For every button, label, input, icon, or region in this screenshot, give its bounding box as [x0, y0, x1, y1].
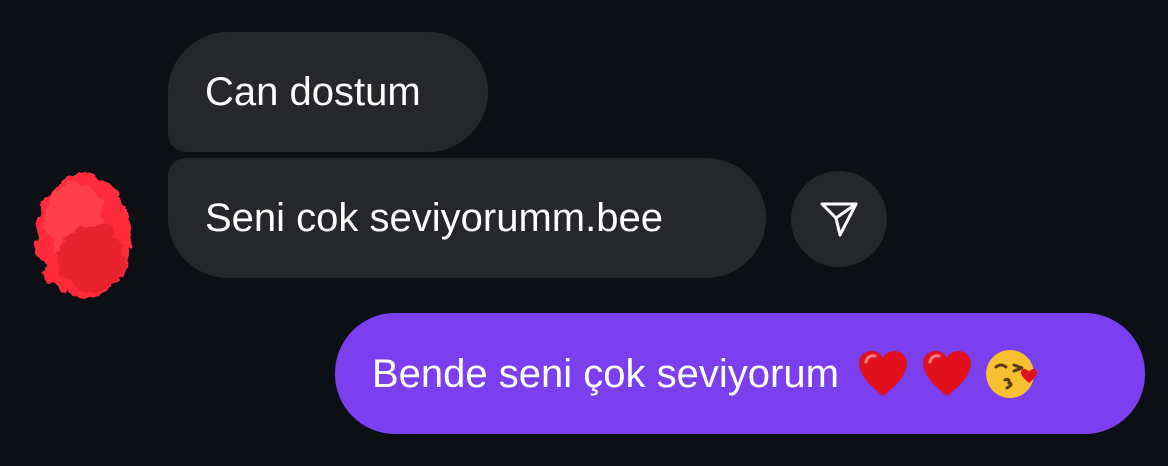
- message-text: Can dostum: [205, 70, 421, 114]
- outgoing-message-bubble[interactable]: Bende seni çok seviyorum: [335, 313, 1145, 434]
- avatar-redaction-scribble: [36, 174, 132, 298]
- red-heart-icon: [858, 350, 907, 396]
- message-text: Seni cok seviyorumm.bee: [205, 196, 663, 240]
- face-blowing-kiss-icon: [985, 349, 1037, 398]
- paper-plane-icon: [820, 202, 858, 237]
- incoming-message-bubble[interactable]: Can dostum: [168, 32, 488, 152]
- avatar[interactable]: [28, 158, 140, 308]
- red-heart-icon: [922, 350, 971, 396]
- message-text: Bende seni çok seviyorum: [372, 351, 839, 396]
- share-message-button[interactable]: [791, 171, 887, 267]
- incoming-message-bubble[interactable]: Seni cok seviyorumm.bee: [168, 158, 766, 278]
